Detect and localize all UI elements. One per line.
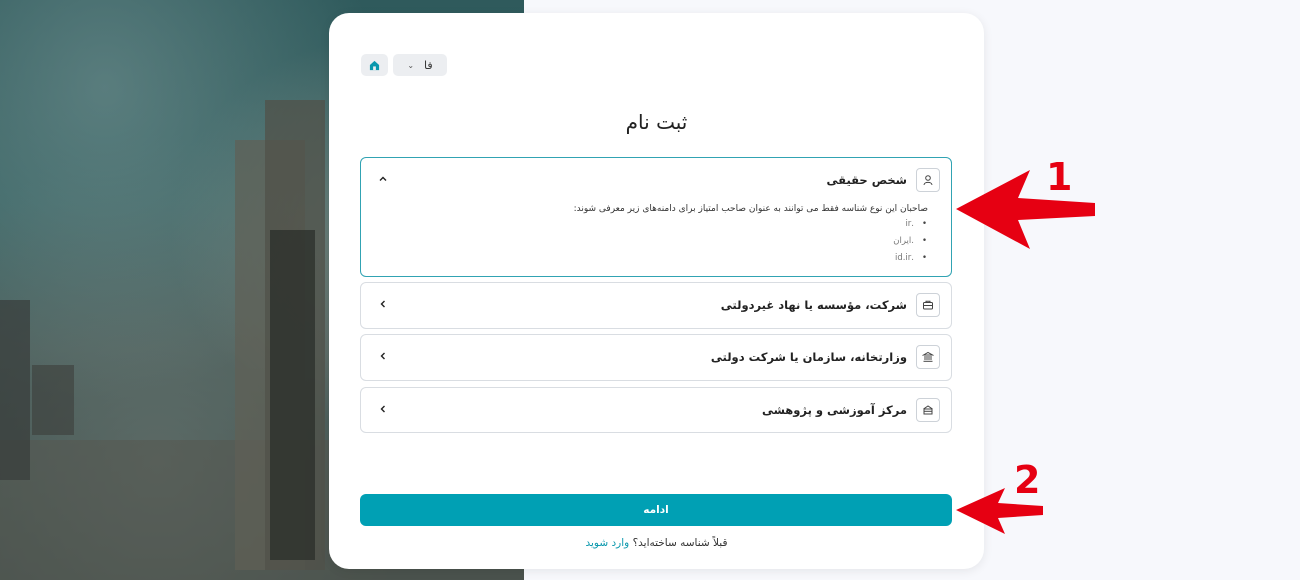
chevron-up-icon[interactable] — [372, 173, 388, 187]
annotation-arrow-1 — [956, 170, 1095, 249]
annotation-number-2: 2 — [1014, 458, 1041, 502]
list-item: .id.ir — [384, 250, 927, 267]
topbar: ⌄ فا — [361, 54, 447, 76]
school-icon — [916, 398, 940, 422]
option-description: صاحبان این نوع شناسه فقط می توانند به عن… — [573, 204, 928, 214]
option-governmental[interactable]: وزارتخانه، سازمان یا شرکت دولتی — [360, 334, 952, 381]
home-button[interactable] — [361, 54, 388, 76]
language-selector[interactable]: ⌄ فا — [393, 54, 447, 76]
language-label: فا — [424, 58, 433, 72]
annotation-number-1: 1 — [1046, 155, 1073, 199]
domain-list: .ir .ایران .id.ir — [384, 216, 928, 267]
option-title: شرکت، مؤسسه یا نهاد غیردولتی — [720, 298, 907, 312]
option-title: مرکز آموزشی و پژوهشی — [761, 403, 907, 417]
option-header[interactable]: مرکز آموزشی و پژوهشی — [361, 388, 951, 432]
bank-icon — [916, 345, 940, 369]
option-title: شخص حقیقی — [826, 173, 907, 187]
ruin-shape — [270, 230, 315, 560]
chevron-down-icon: ⌄ — [407, 60, 415, 70]
page-title: ثبت نام — [625, 110, 688, 134]
option-header[interactable]: وزارتخانه، سازمان یا شرکت دولتی — [361, 335, 951, 379]
login-link[interactable]: وارد شوید — [585, 537, 629, 549]
option-header[interactable]: شرکت، مؤسسه یا نهاد غیردولتی — [361, 283, 951, 327]
briefcase-icon — [916, 293, 940, 317]
list-item: .ایران — [384, 233, 927, 250]
ruin-shape — [0, 300, 30, 480]
registration-card: ⌄ فا ثبت نام شخص حقیقی صاحبان این نوع شن… — [329, 13, 984, 569]
ruin-shape — [32, 365, 74, 435]
user-icon — [916, 168, 940, 192]
login-prompt-line: قبلاً شناسه ساخته‌اید؟ وارد شوید — [329, 537, 984, 549]
list-item: .ir — [384, 216, 927, 233]
option-title: وزارتخانه، سازمان یا شرکت دولتی — [710, 350, 907, 364]
option-natural-person[interactable]: شخص حقیقی صاحبان این نوع شناسه فقط می تو… — [360, 157, 952, 277]
chevron-left-icon[interactable] — [372, 403, 388, 417]
option-educational[interactable]: مرکز آموزشی و پژوهشی — [360, 387, 952, 433]
option-description-panel: صاحبان این نوع شناسه فقط می توانند به عن… — [361, 204, 951, 277]
chevron-left-icon[interactable] — [372, 298, 388, 312]
option-header[interactable]: شخص حقیقی — [361, 158, 951, 202]
continue-button[interactable]: ادامه — [360, 494, 952, 526]
login-prompt: قبلاً شناسه ساخته‌اید؟ — [632, 537, 728, 549]
chevron-left-icon[interactable] — [372, 350, 388, 364]
home-icon — [369, 60, 380, 70]
option-non-governmental[interactable]: شرکت، مؤسسه یا نهاد غیردولتی — [360, 282, 952, 329]
